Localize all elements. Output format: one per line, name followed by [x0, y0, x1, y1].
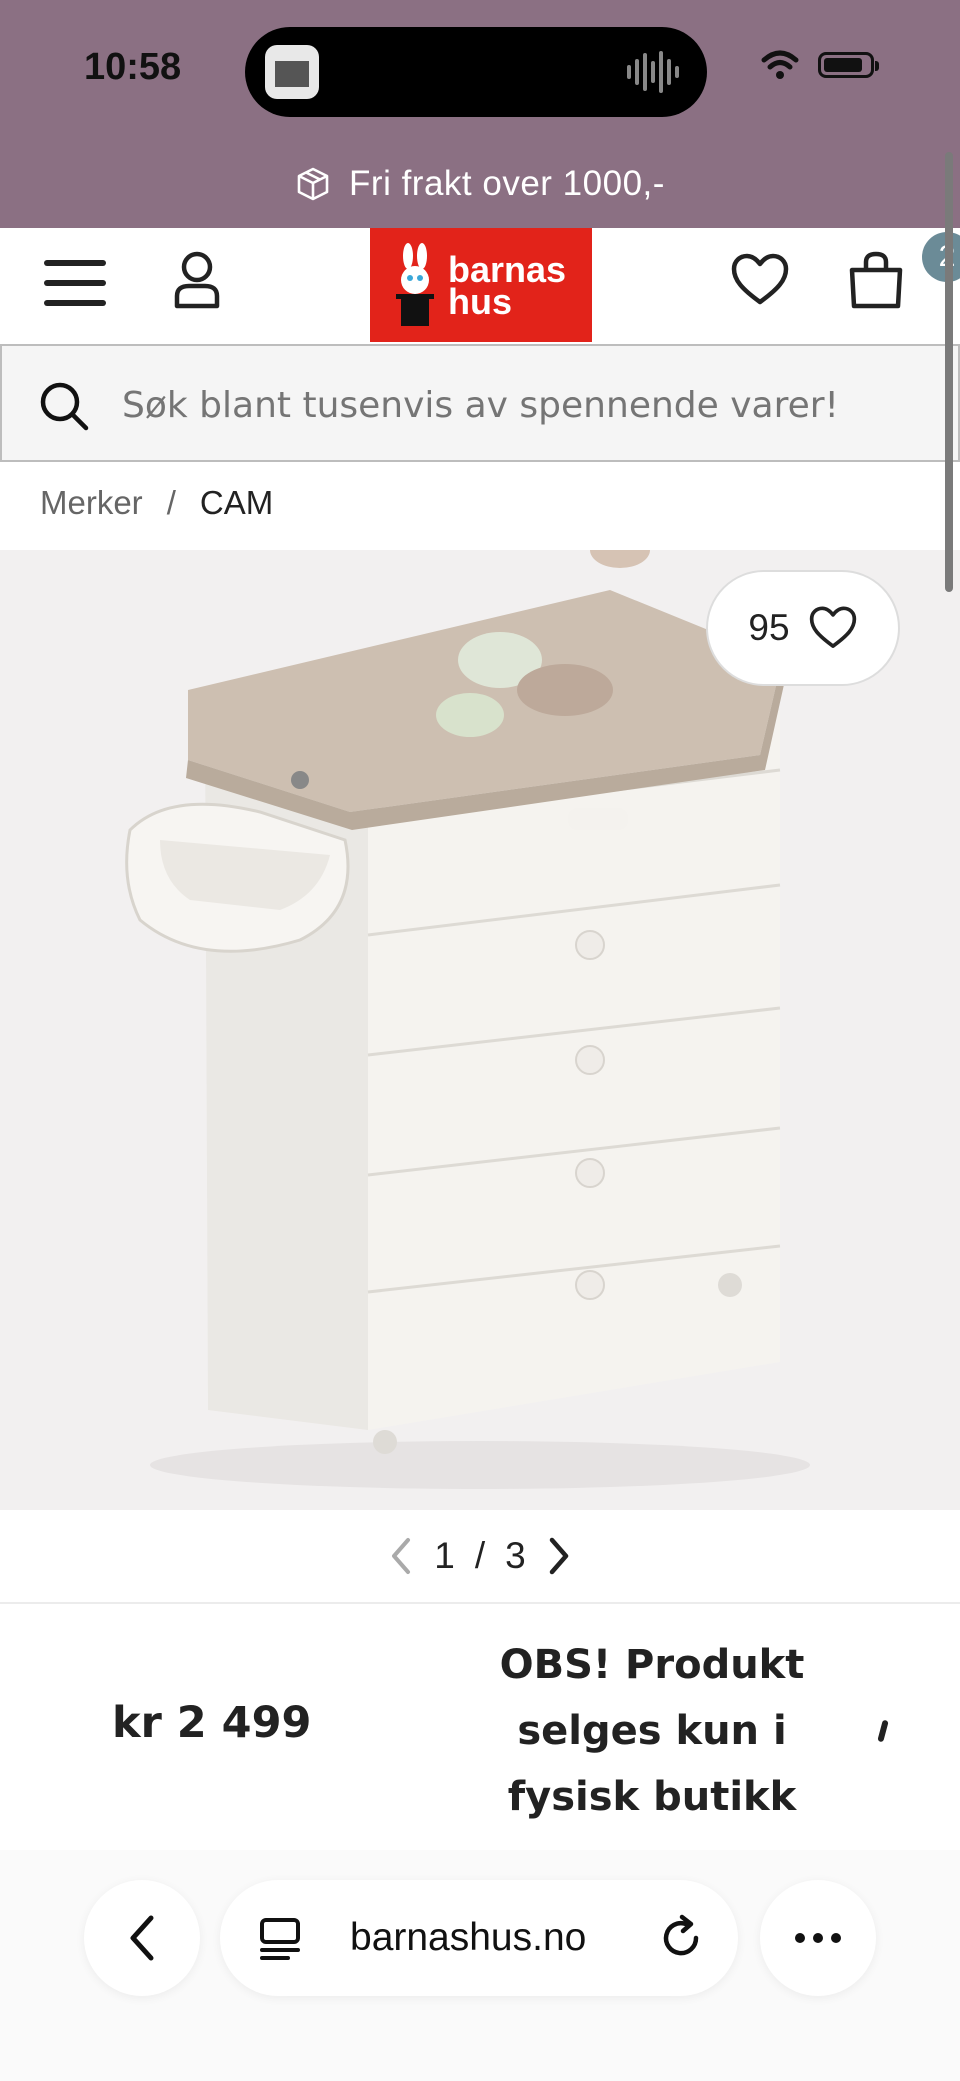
wifi-icon	[761, 50, 799, 79]
free-shipping-banner: Fri frakt over 1000,-	[0, 140, 960, 228]
breadcrumb-cam[interactable]: CAM	[200, 484, 273, 522]
heart-icon	[809, 606, 856, 648]
audio-waveform-icon	[627, 51, 679, 93]
chevron-left-icon[interactable]	[388, 1536, 414, 1576]
product-price: kr 2 499	[112, 1698, 312, 1748]
url-domain: barnashus.no	[350, 1916, 587, 1959]
address-bar[interactable]: barnashus.no	[220, 1880, 738, 1996]
wishlist-heart-icon[interactable]	[730, 252, 790, 308]
now-playing-thumbnail	[265, 45, 319, 99]
breadcrumb-merker[interactable]: Merker	[40, 484, 143, 522]
search-input[interactable]	[120, 376, 924, 434]
image-pager: 1 / 3	[0, 1510, 960, 1604]
partial-glyph	[877, 1719, 889, 1743]
chevron-left-icon	[130, 1915, 154, 1961]
back-button[interactable]	[84, 1880, 200, 1996]
barnashus-logo[interactable]: barnas hus	[370, 228, 592, 342]
bunny-hat-logo-icon	[396, 243, 434, 326]
product-image-gallery[interactable]: 95	[0, 550, 960, 1510]
search-icon	[40, 382, 89, 431]
reader-mode-icon	[260, 1918, 300, 1960]
reload-icon[interactable]	[660, 1914, 704, 1962]
status-bar: 10:58	[0, 0, 960, 140]
more-options-button[interactable]	[760, 1880, 876, 1996]
more-dot	[831, 1933, 841, 1943]
battery-icon	[818, 52, 879, 78]
dynamic-island[interactable]	[245, 27, 707, 117]
notice-line-2: selges kun i	[517, 1708, 787, 1754]
notice-line-1: OBS! Produkt	[499, 1642, 805, 1688]
more-dot	[813, 1933, 823, 1943]
store-only-notice: OBS! Produkt selges kun i fysisk butikk	[472, 1632, 832, 1830]
pager-separator: /	[474, 1535, 486, 1576]
status-time: 10:58	[84, 46, 182, 88]
page-scrollbar[interactable]	[945, 152, 953, 592]
notice-line-3: fysisk butikk	[507, 1774, 797, 1820]
account-icon[interactable]	[172, 250, 222, 310]
breadcrumb: Merker / CAM	[40, 484, 273, 522]
package-icon	[297, 167, 329, 201]
pager-total: 3	[505, 1535, 526, 1576]
chevron-right-icon[interactable]	[546, 1536, 572, 1576]
free-shipping-text: Fri frakt over 1000,-	[349, 164, 665, 203]
product-image	[125, 550, 810, 1489]
status-icons	[760, 50, 879, 80]
shopping-bag-icon[interactable]	[848, 248, 904, 312]
logo-line-2: hus	[448, 281, 513, 322]
more-dot	[795, 1933, 805, 1943]
breadcrumb-separator: /	[166, 484, 176, 521]
favorite-count: 95	[748, 607, 790, 648]
favorite-count-pill[interactable]: 95	[706, 570, 900, 686]
pager-current: 1	[434, 1535, 455, 1576]
menu-button[interactable]	[44, 258, 106, 308]
browser-toolbar: barnashus.no	[0, 1850, 960, 2081]
search-bar	[0, 344, 960, 462]
site-header: barnas hus	[0, 228, 960, 342]
